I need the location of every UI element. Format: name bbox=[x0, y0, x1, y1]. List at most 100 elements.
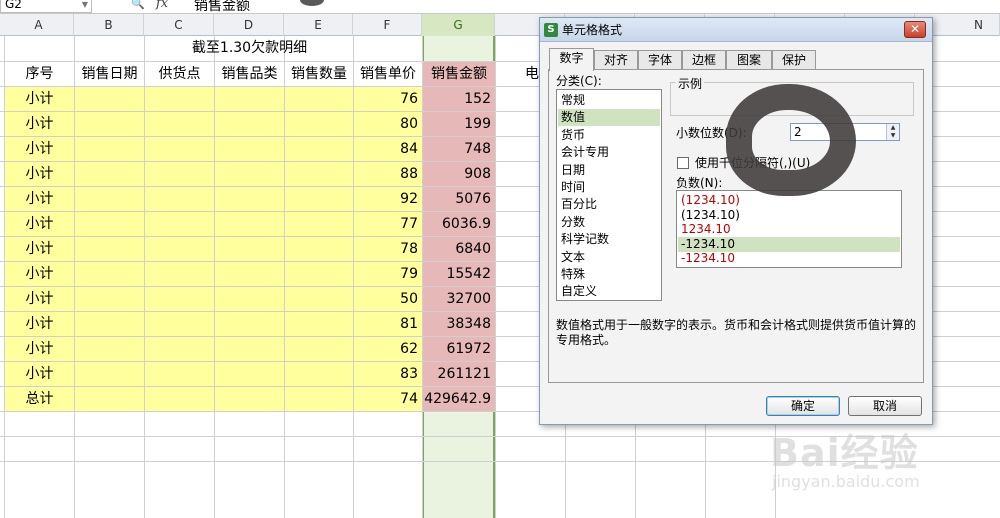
column-header-a[interactable]: A bbox=[4, 14, 74, 36]
column-header-e[interactable]: E bbox=[284, 14, 353, 36]
data-cell[interactable]: 152 bbox=[423, 87, 495, 111]
data-cell[interactable]: 小计 bbox=[5, 87, 74, 111]
category-item[interactable]: 日期 bbox=[558, 162, 660, 179]
data-cell[interactable] bbox=[145, 262, 214, 286]
data-cell[interactable] bbox=[75, 112, 144, 136]
data-cell[interactable] bbox=[75, 362, 144, 386]
close-button[interactable]: ✕ bbox=[904, 21, 926, 38]
data-cell[interactable]: 84 bbox=[354, 137, 422, 161]
data-cell[interactable] bbox=[215, 137, 284, 161]
data-cell[interactable]: 5076 bbox=[423, 187, 495, 211]
data-cell[interactable] bbox=[215, 162, 284, 186]
category-item[interactable]: 科学记数 bbox=[558, 231, 660, 248]
negative-format-option[interactable]: -1234.10 bbox=[678, 251, 900, 266]
category-item[interactable]: 分数 bbox=[558, 214, 660, 231]
decimal-spinner[interactable]: ▲ ▼ bbox=[886, 124, 899, 140]
data-cell[interactable]: 15542 bbox=[423, 262, 495, 286]
data-cell[interactable]: 小计 bbox=[5, 237, 74, 261]
header-cell[interactable]: 销售日期 bbox=[75, 62, 144, 86]
data-cell[interactable]: 小计 bbox=[5, 112, 74, 136]
data-cell[interactable]: 小计 bbox=[5, 262, 74, 286]
data-cell[interactable]: 92 bbox=[354, 187, 422, 211]
data-cell[interactable] bbox=[145, 362, 214, 386]
thousands-separator-checkbox[interactable] bbox=[677, 157, 689, 169]
data-cell[interactable]: 小计 bbox=[5, 137, 74, 161]
data-cell[interactable] bbox=[145, 337, 214, 361]
category-item[interactable]: 数值 bbox=[558, 109, 660, 127]
column-header-f[interactable]: F bbox=[353, 14, 422, 36]
data-cell[interactable] bbox=[75, 187, 144, 211]
data-cell[interactable]: 小计 bbox=[5, 362, 74, 386]
data-cell[interactable] bbox=[285, 362, 353, 386]
tab-3[interactable]: 边框 bbox=[682, 50, 726, 70]
tab-0[interactable]: 数字 bbox=[549, 48, 594, 71]
data-cell[interactable] bbox=[75, 387, 144, 411]
data-cell[interactable]: 50 bbox=[354, 287, 422, 311]
category-item[interactable]: 会计专用 bbox=[558, 144, 660, 161]
data-cell[interactable]: 小计 bbox=[5, 287, 74, 311]
data-cell[interactable]: 32700 bbox=[423, 287, 495, 311]
column-header-g[interactable]: G bbox=[422, 14, 495, 36]
data-cell[interactable] bbox=[215, 387, 284, 411]
ok-button[interactable]: 确定 bbox=[766, 396, 840, 416]
data-cell[interactable] bbox=[215, 87, 284, 111]
data-cell[interactable] bbox=[75, 262, 144, 286]
data-cell[interactable]: 77 bbox=[354, 212, 422, 236]
data-cell[interactable] bbox=[215, 112, 284, 136]
tab-5[interactable]: 保护 bbox=[772, 50, 816, 70]
data-cell[interactable]: 6840 bbox=[423, 237, 495, 261]
data-cell[interactable] bbox=[145, 237, 214, 261]
data-cell[interactable]: 88 bbox=[354, 162, 422, 186]
data-cell[interactable] bbox=[285, 187, 353, 211]
data-cell[interactable]: 62 bbox=[354, 337, 422, 361]
data-cell[interactable] bbox=[145, 137, 214, 161]
data-cell[interactable]: 76 bbox=[354, 87, 422, 111]
data-cell[interactable]: 6036.9 bbox=[423, 212, 495, 236]
data-cell[interactable]: 429642.9 bbox=[423, 387, 495, 411]
data-cell[interactable]: 小计 bbox=[5, 212, 74, 236]
data-cell[interactable]: 80 bbox=[354, 112, 422, 136]
data-cell[interactable]: 81 bbox=[354, 312, 422, 336]
data-cell[interactable] bbox=[75, 312, 144, 336]
data-cell[interactable] bbox=[75, 337, 144, 361]
data-cell[interactable] bbox=[215, 287, 284, 311]
data-cell[interactable] bbox=[145, 387, 214, 411]
data-cell[interactable] bbox=[215, 187, 284, 211]
negative-format-option[interactable]: -1234.10 bbox=[678, 236, 900, 252]
tab-4[interactable]: 图案 bbox=[726, 50, 772, 70]
tab-2[interactable]: 字体 bbox=[638, 50, 682, 70]
data-cell[interactable]: 79 bbox=[354, 262, 422, 286]
data-cell[interactable] bbox=[285, 212, 353, 236]
data-cell[interactable] bbox=[285, 137, 353, 161]
header-cell[interactable]: 销售数量 bbox=[285, 62, 353, 86]
data-cell[interactable] bbox=[75, 162, 144, 186]
data-cell[interactable] bbox=[145, 212, 214, 236]
name-box[interactable]: G2 ▼ bbox=[0, 0, 92, 13]
column-header-d[interactable]: D bbox=[214, 14, 284, 36]
category-list[interactable]: 常规 数值 货币 会计专用 日期 时间 百分比 分数 科学记数 文本 特殊 自定义 bbox=[556, 89, 662, 301]
data-cell[interactable] bbox=[215, 212, 284, 236]
data-cell[interactable] bbox=[75, 287, 144, 311]
data-cell[interactable] bbox=[215, 337, 284, 361]
data-cell[interactable] bbox=[285, 287, 353, 311]
category-item[interactable]: 货币 bbox=[558, 127, 660, 144]
data-cell[interactable]: 38348 bbox=[423, 312, 495, 336]
category-item[interactable]: 自定义 bbox=[558, 283, 660, 300]
chevron-down-icon[interactable]: ▼ bbox=[82, 0, 88, 12]
cancel-button[interactable]: 取消 bbox=[848, 396, 922, 416]
data-cell[interactable] bbox=[75, 212, 144, 236]
data-cell[interactable] bbox=[75, 137, 144, 161]
data-cell[interactable]: 261121 bbox=[423, 362, 495, 386]
column-header-n[interactable]: N bbox=[958, 14, 1000, 36]
header-cell[interactable]: 销售金额 bbox=[423, 62, 495, 86]
data-cell[interactable]: 61972 bbox=[423, 337, 495, 361]
sheet-title[interactable]: 截至1.30欠款明细 bbox=[4, 36, 495, 61]
data-cell[interactable] bbox=[285, 312, 353, 336]
data-cell[interactable]: 小计 bbox=[5, 162, 74, 186]
data-cell[interactable] bbox=[215, 362, 284, 386]
data-cell[interactable]: 小计 bbox=[5, 337, 74, 361]
data-cell[interactable] bbox=[215, 262, 284, 286]
header-cell[interactable]: 序号 bbox=[5, 62, 74, 86]
data-cell[interactable] bbox=[285, 237, 353, 261]
data-cell[interactable]: 908 bbox=[423, 162, 495, 186]
